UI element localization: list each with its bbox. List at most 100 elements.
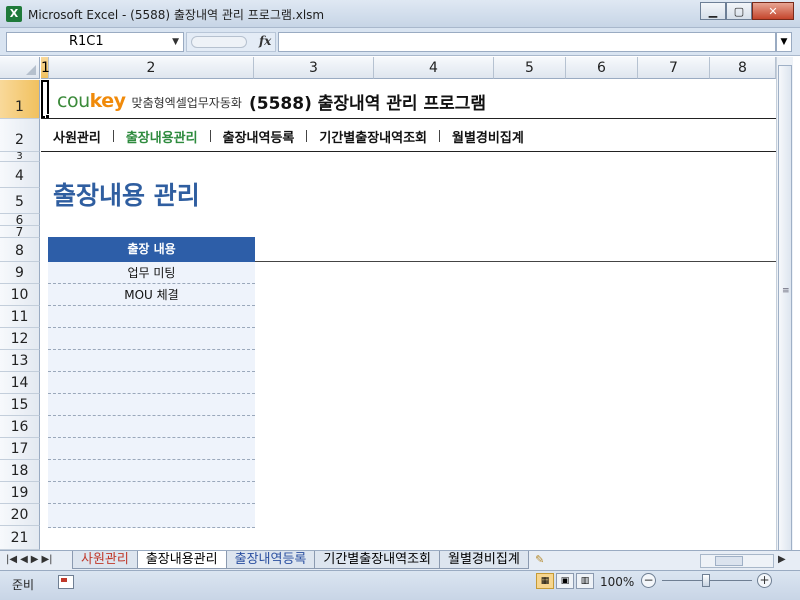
column-header[interactable]: 4 xyxy=(374,57,494,79)
page-break-icon: ▥ xyxy=(580,576,590,586)
zoom-out-button[interactable]: − xyxy=(641,573,656,588)
table-row[interactable]: MOU 체결 xyxy=(48,284,255,306)
nav-item-monthly-expense[interactable]: 월별경비집계 xyxy=(440,127,536,146)
row-header[interactable]: 9 xyxy=(0,262,40,284)
active-cell-outline[interactable] xyxy=(41,80,49,118)
row-header[interactable]: 12 xyxy=(0,328,40,350)
horizontal-scroll-thumb[interactable] xyxy=(715,556,743,566)
zoom-slider-thumb[interactable] xyxy=(702,574,710,587)
insert-function-icon[interactable]: fx xyxy=(259,34,271,48)
tab-trip-register[interactable]: 출장내역등록 xyxy=(225,551,316,569)
maximize-button[interactable]: ▢ xyxy=(726,2,752,20)
row-header[interactable]: 21 xyxy=(0,526,40,550)
logo-text-cou: cou xyxy=(57,90,90,112)
row-header[interactable]: 15 xyxy=(0,394,40,416)
row-header[interactable]: 3 xyxy=(0,152,40,162)
nav-item-period-search[interactable]: 기간별출장내역조회 xyxy=(307,127,439,146)
select-all-corner[interactable] xyxy=(0,57,40,79)
minus-icon: − xyxy=(643,573,654,587)
last-sheet-icon[interactable]: ▶| xyxy=(41,554,52,565)
table-row[interactable] xyxy=(48,504,255,528)
tab-employees[interactable]: 사원관리 xyxy=(72,551,138,569)
worksheet-grid[interactable]: coukey 맞춤형엑셀업무자동화 (5588) 출장내역 관리 프로그램 사원관… xyxy=(41,80,776,550)
column-header[interactable]: 3 xyxy=(254,57,374,79)
page-layout-button[interactable]: ▣ xyxy=(556,573,574,589)
vertical-scrollbar[interactable]: ≡ xyxy=(776,57,793,555)
logo-tagline: 맞춤형엑셀업무자동화 xyxy=(131,96,242,110)
row-header[interactable]: 8 xyxy=(0,238,40,262)
row-header[interactable]: 11 xyxy=(0,306,40,328)
tab-navigation: |◀ ◀ ▶ ▶| xyxy=(6,554,53,565)
row-header[interactable]: 2 xyxy=(0,119,40,152)
row-header[interactable]: 16 xyxy=(0,416,40,438)
row-header[interactable]: 10 xyxy=(0,284,40,306)
expand-formula-bar-button[interactable]: ▼ xyxy=(776,32,792,52)
grip-icon: ≡ xyxy=(782,286,790,296)
formula-buttons: fx xyxy=(186,32,276,52)
zoom-in-button[interactable]: + xyxy=(757,573,772,588)
table-row[interactable] xyxy=(48,482,255,504)
close-button[interactable]: ✕ xyxy=(752,2,794,20)
row-header[interactable]: 5 xyxy=(0,188,40,214)
page-layout-icon: ▣ xyxy=(560,576,570,586)
next-sheet-icon[interactable]: ▶ xyxy=(31,554,39,565)
excel-app-icon[interactable]: X xyxy=(6,6,22,22)
tab-monthly-expense[interactable]: 월별경비집계 xyxy=(439,551,529,569)
close-icon: ✕ xyxy=(768,4,778,18)
column-header[interactable]: 1 xyxy=(41,57,50,79)
column-header[interactable]: 5 xyxy=(494,57,566,79)
table-row[interactable] xyxy=(48,328,255,350)
table-row[interactable] xyxy=(48,460,255,482)
table-row[interactable] xyxy=(48,306,255,328)
formula-input[interactable] xyxy=(278,32,776,52)
table-row[interactable] xyxy=(48,372,255,394)
row-header[interactable]: 1 xyxy=(0,80,40,119)
logo-text-key: key xyxy=(89,90,126,112)
scroll-right-icon[interactable]: ▶ xyxy=(778,554,786,565)
program-title: (5588) 출장내역 관리 프로그램 xyxy=(249,94,487,114)
column-header[interactable]: 2 xyxy=(49,57,254,79)
row-header[interactable]: 18 xyxy=(0,460,40,482)
table-column-header[interactable]: 출장 내용 xyxy=(48,237,255,262)
chevron-down-icon[interactable]: ▼ xyxy=(172,33,179,51)
minimize-button[interactable]: ▁ xyxy=(700,2,726,20)
nav-menu: 사원관리 출장내용관리 출장내역등록 기간별출장내역조회 월별경비집계 xyxy=(41,126,536,146)
row-header[interactable]: 19 xyxy=(0,482,40,504)
vertical-scroll-thumb[interactable]: ≡ xyxy=(778,65,792,555)
zoom-level[interactable]: 100% xyxy=(600,575,634,589)
column-header[interactable]: 6 xyxy=(566,57,638,79)
table-row[interactable] xyxy=(48,438,255,460)
table-row[interactable] xyxy=(48,394,255,416)
macro-record-icon[interactable] xyxy=(58,575,74,589)
row-header[interactable]: 13 xyxy=(0,350,40,372)
name-box[interactable]: R1C1 ▼ xyxy=(6,32,184,52)
nav-item-trip-content[interactable]: 출장내용관리 xyxy=(114,127,210,146)
coukey-logo: coukey 맞춤형엑셀업무자동화 xyxy=(57,90,242,112)
nav-item-employees[interactable]: 사원관리 xyxy=(41,127,113,146)
tab-period-search[interactable]: 기간별출장내역조회 xyxy=(314,551,441,569)
nav-item-trip-register[interactable]: 출장내역등록 xyxy=(211,127,307,146)
page-title: 출장내용 관리 xyxy=(53,181,200,210)
row-header[interactable]: 4 xyxy=(0,162,40,188)
row-header[interactable]: 14 xyxy=(0,372,40,394)
table-row[interactable] xyxy=(48,350,255,372)
prev-sheet-icon[interactable]: ◀ xyxy=(20,554,28,565)
row-header[interactable]: 7 xyxy=(0,226,40,238)
name-box-value: R1C1 xyxy=(69,34,104,49)
minimize-icon: ▁ xyxy=(708,4,718,18)
window-title: Microsoft Excel - (5588) 출장내역 관리 프로그램.xl… xyxy=(28,8,325,22)
table-divider xyxy=(255,261,776,262)
tab-trip-content[interactable]: 출장내용관리 xyxy=(136,551,227,569)
first-sheet-icon[interactable]: |◀ xyxy=(6,554,17,565)
row-header[interactable]: 17 xyxy=(0,438,40,460)
table-row[interactable]: 업무 미팅 xyxy=(48,262,255,284)
normal-view-button[interactable]: ▦ xyxy=(536,573,554,589)
insert-sheet-icon[interactable]: ✎ xyxy=(528,551,552,569)
page-break-button[interactable]: ▥ xyxy=(576,573,594,589)
row-header[interactable]: 20 xyxy=(0,504,40,526)
table-row[interactable] xyxy=(48,416,255,438)
formula-cancel-enter-area xyxy=(191,36,247,48)
horizontal-scrollbar[interactable] xyxy=(700,554,774,568)
column-header[interactable]: 8 xyxy=(710,57,776,79)
column-header[interactable]: 7 xyxy=(638,57,710,79)
